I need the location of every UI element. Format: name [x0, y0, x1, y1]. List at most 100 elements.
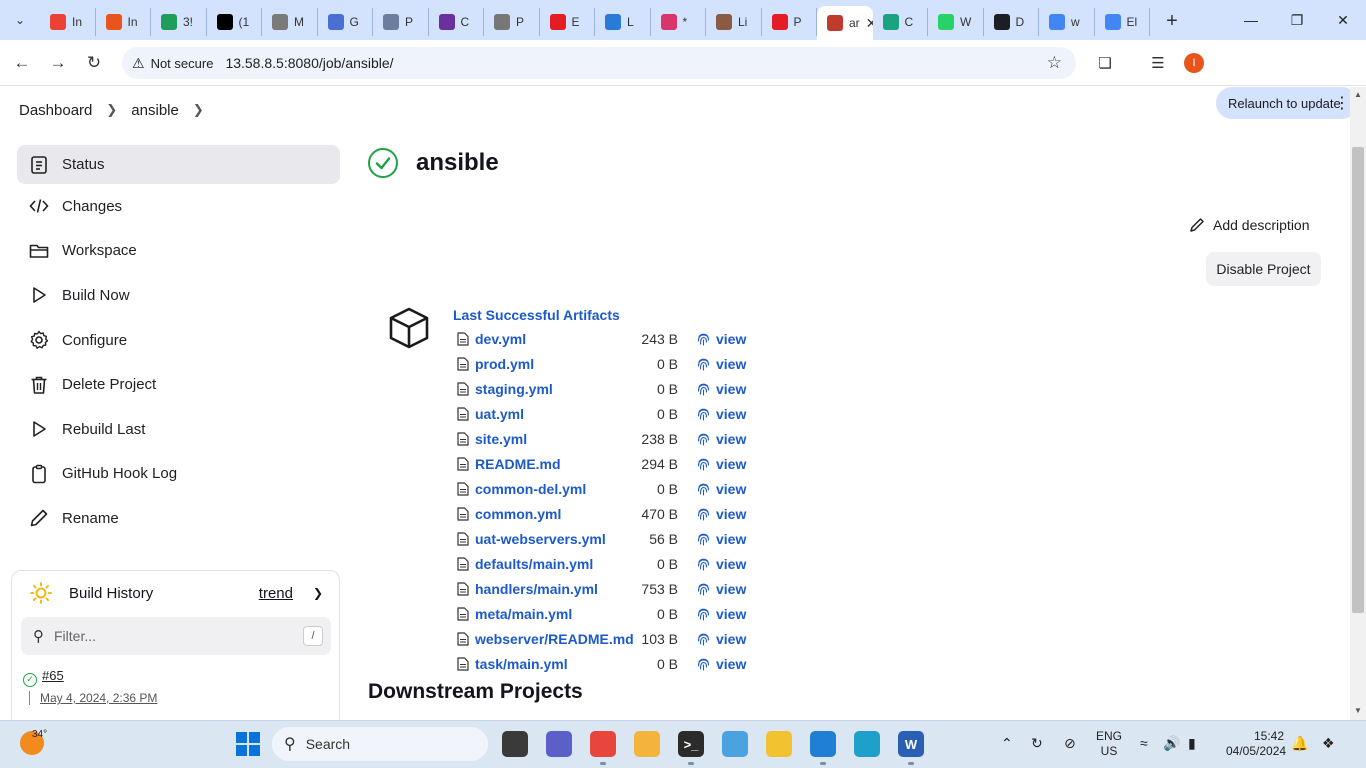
artifact-link[interactable]: uat.yml [475, 406, 524, 422]
scroll-thumb[interactable] [1352, 147, 1364, 613]
browser-tab[interactable]: El [1095, 8, 1150, 36]
scroll-down-icon[interactable]: ▼ [1354, 706, 1362, 715]
browser-tab[interactable]: M [262, 8, 318, 36]
url-text[interactable]: 13.58.8.5:8080/job/ansible/ [225, 55, 393, 71]
taskbar-clock[interactable]: 15:42 04/05/2024 [1226, 729, 1286, 759]
sidebar-item-github-hook-log[interactable]: GitHub Hook Log [17, 452, 340, 497]
artifacts-title[interactable]: Last Successful Artifacts [453, 307, 620, 323]
browser-tab[interactable]: W [928, 8, 984, 36]
view-fingerprint-link[interactable]: view [716, 631, 746, 647]
view-fingerprint-link[interactable]: view [716, 581, 746, 597]
notification-bell-icon[interactable]: 🔔 [1291, 735, 1308, 752]
chevron-down-icon[interactable]: ❯ [313, 586, 323, 600]
view-fingerprint-link[interactable]: view [716, 606, 746, 622]
browser-tab[interactable]: 3! [151, 8, 207, 36]
artifact-link[interactable]: README.md [475, 456, 561, 472]
volume-icon[interactable]: 🔊 [1163, 735, 1180, 752]
media-control-icon[interactable]: ☰ [1146, 51, 1170, 75]
sidebar-item-build-now[interactable]: Build Now [17, 273, 340, 318]
word-icon[interactable]: W [898, 731, 924, 757]
wifi-icon[interactable]: ≈ [1140, 735, 1148, 751]
browser-tab[interactable]: E [540, 8, 595, 36]
edge-icon[interactable] [854, 731, 880, 757]
scroll-up-icon[interactable]: ▲ [1354, 90, 1362, 99]
sidebar-item-delete-project[interactable]: Delete Project [17, 362, 340, 407]
trend-link[interactable]: trend [259, 585, 293, 602]
sync-icon[interactable]: ↻ [1031, 735, 1043, 752]
artifact-link[interactable]: handlers/main.yml [475, 581, 598, 597]
build-filter-input[interactable]: ⚲ Filter... / [21, 617, 331, 655]
sidebar-item-workspace[interactable]: Workspace [17, 229, 340, 274]
view-fingerprint-link[interactable]: view [716, 506, 746, 522]
taskbar-search[interactable]: ⚲ Search [272, 727, 488, 761]
view-fingerprint-link[interactable]: view [716, 356, 746, 372]
language-indicator[interactable]: ENG US [1096, 729, 1122, 759]
browser-tab[interactable]: C [873, 8, 928, 36]
chevron-right-icon[interactable]: ❯ [106, 102, 117, 118]
artifact-link[interactable]: meta/main.yml [475, 606, 572, 622]
view-fingerprint-link[interactable]: view [716, 456, 746, 472]
view-fingerprint-link[interactable]: view [716, 556, 746, 572]
sidebar-item-rebuild-last[interactable]: Rebuild Last [17, 407, 340, 452]
chevron-up-icon[interactable]: ⌃ [1001, 735, 1013, 752]
browser-tab[interactable]: G [318, 8, 373, 36]
breadcrumb-dashboard[interactable]: Dashboard [19, 102, 92, 119]
browser-tab[interactable]: In [40, 8, 96, 36]
artifact-link[interactable]: webserver/README.md [475, 631, 634, 647]
sidebar-item-changes[interactable]: Changes [17, 184, 340, 229]
file-icon[interactable] [766, 731, 792, 757]
forward-icon[interactable]: → [44, 49, 72, 77]
chrome-icon[interactable] [590, 731, 616, 757]
chevron-right-icon[interactable]: ❯ [193, 102, 204, 118]
artifact-link[interactable]: task/main.yml [475, 656, 568, 672]
view-fingerprint-link[interactable]: view [716, 481, 746, 497]
close-tab-icon[interactable]: ✕ [866, 15, 873, 32]
bookmark-star-icon[interactable]: ☆ [1047, 53, 1062, 73]
browser-tab[interactable]: P [762, 8, 817, 36]
build-number[interactable]: #65 [42, 668, 64, 683]
tab-search-chevron-icon[interactable]: ⌄ [8, 8, 32, 32]
browser-tab[interactable]: L [595, 8, 651, 36]
back-icon[interactable]: ← [8, 49, 36, 77]
profile-avatar[interactable]: I [1184, 53, 1204, 73]
browser-tab[interactable]: ar ✕ [817, 6, 873, 40]
artifact-link[interactable]: defaults/main.yml [475, 556, 593, 572]
artifact-link[interactable]: dev.yml [475, 331, 526, 347]
artifact-link[interactable]: common.yml [475, 506, 561, 522]
reload-icon[interactable]: ↻ [80, 49, 108, 77]
view-fingerprint-link[interactable]: view [716, 656, 746, 672]
browser-tab[interactable]: * [651, 8, 706, 36]
minimize-icon[interactable]: — [1228, 0, 1274, 40]
sidebar-item-rename[interactable]: Rename [17, 496, 340, 541]
address-bar[interactable]: ⚠ Not secure 13.58.8.5:8080/job/ansible/… [122, 47, 1076, 79]
view-fingerprint-link[interactable]: view [716, 331, 746, 347]
artifact-link[interactable]: prod.yml [475, 356, 534, 372]
browser-tab[interactable]: Li [706, 8, 762, 36]
vscode-icon[interactable] [810, 731, 836, 757]
add-description-button[interactable]: Add description [1189, 217, 1310, 233]
browser-tab[interactable]: P [373, 8, 429, 36]
windows-start-icon[interactable] [236, 732, 260, 756]
browser-tab[interactable]: In [96, 8, 151, 36]
artifact-link[interactable]: common-del.yml [475, 481, 586, 497]
new-tab-icon[interactable]: + [1158, 7, 1186, 35]
view-fingerprint-link[interactable]: view [716, 381, 746, 397]
browser-tab[interactable]: (1 [207, 8, 262, 36]
browser-tab[interactable]: P [484, 8, 540, 36]
not-secure-label[interactable]: Not secure [151, 56, 214, 71]
disable-project-button[interactable]: Disable Project [1206, 252, 1321, 286]
no-network-icon[interactable]: ⊘ [1064, 735, 1076, 752]
terminal-icon[interactable]: >_ [678, 731, 704, 757]
artifact-link[interactable]: site.yml [475, 431, 527, 447]
sidebar-item-configure[interactable]: Configure [17, 318, 340, 363]
sidebar-item-status[interactable]: Status [17, 145, 340, 184]
extensions-icon[interactable]: ❏ [1093, 51, 1117, 75]
view-fingerprint-link[interactable]: view [716, 431, 746, 447]
copilot-icon[interactable]: ❖ [1322, 735, 1335, 752]
snipping-icon[interactable] [722, 731, 748, 757]
close-window-icon[interactable]: ✕ [1320, 0, 1366, 40]
breadcrumb-job[interactable]: ansible [131, 102, 179, 119]
page-scrollbar[interactable]: ▲ ▼ [1350, 87, 1366, 720]
browser-tab[interactable]: D [984, 8, 1039, 36]
artifact-link[interactable]: staging.yml [475, 381, 553, 397]
